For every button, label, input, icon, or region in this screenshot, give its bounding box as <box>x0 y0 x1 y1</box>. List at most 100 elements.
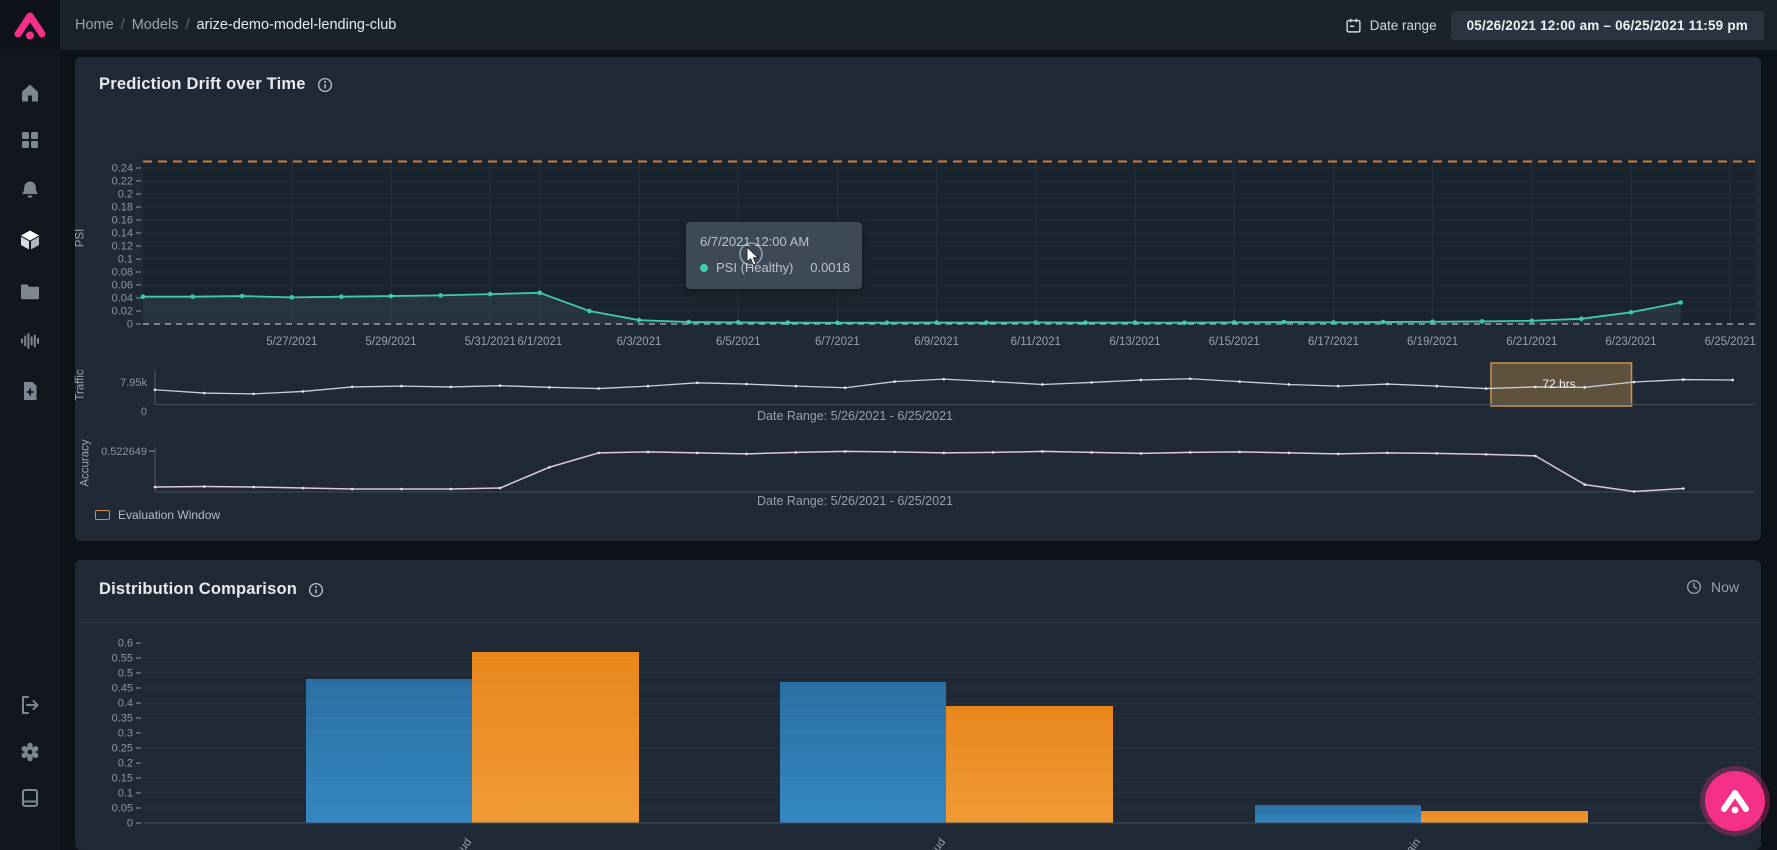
distribution-comparison-card: Distribution Comparison Now 0 0.05 0.1 0.15… <box>75 560 1761 850</box>
tooltip-value: 0.0018 <box>810 260 850 275</box>
breadcrumb-separator: / <box>185 17 190 33</box>
svg-text:0.02: 0.02 <box>112 306 133 318</box>
breadcrumb-models[interactable]: Models <box>132 17 179 33</box>
sidebar-item-new-report[interactable] <box>18 379 42 403</box>
top-bar: Home / Models / arize-demo-model-lending… <box>60 0 1777 50</box>
svg-text:0.3: 0.3 <box>118 728 133 740</box>
svg-text:0.4: 0.4 <box>118 698 133 710</box>
evaluation-window-legend: Evaluation Window <box>95 508 220 522</box>
distribution-card-title: Distribution Comparison <box>99 580 325 599</box>
bar-orange-fraud <box>946 706 1113 823</box>
svg-text:0.45: 0.45 <box>112 683 133 695</box>
svg-text:6/25/2021: 6/25/2021 <box>1705 336 1756 348</box>
drift-card-title: Prediction Drift over Time <box>99 75 334 94</box>
file-plus-icon <box>24 382 37 400</box>
svg-text:0.6: 0.6 <box>118 638 133 650</box>
svg-text:6/19/2021: 6/19/2021 <box>1407 336 1458 348</box>
sidebar-item-home[interactable] <box>18 81 42 105</box>
evaluation-window-swatch <box>95 510 110 520</box>
svg-text:0.16: 0.16 <box>112 215 133 227</box>
sidebar-item-monitors[interactable] <box>18 329 42 353</box>
svg-text:fraud: fraud <box>449 836 475 850</box>
chart-tooltip: 6/7/2021 12:00 AM PSI (Healthy) 0.0018 <box>686 222 862 289</box>
date-range-label: Date range <box>1345 17 1437 34</box>
clock-icon <box>1686 579 1702 595</box>
folder-icon <box>21 284 39 300</box>
breadcrumb-separator: / <box>120 17 125 33</box>
svg-text:0.25: 0.25 <box>112 743 133 755</box>
svg-text:7.95k: 7.95k <box>120 377 147 389</box>
svg-text:0.2: 0.2 <box>118 758 133 770</box>
svg-text:0.04: 0.04 <box>112 293 133 305</box>
info-icon[interactable] <box>316 76 334 94</box>
bar-orange-uncertain <box>1421 811 1588 823</box>
svg-text:6/17/2021: 6/17/2021 <box>1308 336 1359 348</box>
sidebar-item-alerts[interactable] <box>18 178 42 202</box>
sidebar-item-docs[interactable] <box>18 786 42 810</box>
info-icon[interactable] <box>307 581 325 599</box>
svg-text:6/11/2021: 6/11/2021 <box>1011 336 1061 348</box>
svg-text:0.14: 0.14 <box>112 228 133 240</box>
svg-text:0.06: 0.06 <box>112 280 133 292</box>
svg-text:6/7/2021: 6/7/2021 <box>815 336 860 348</box>
tooltip-series-dot <box>700 263 708 272</box>
svg-text:0.1: 0.1 <box>118 788 133 800</box>
arize-logo-icon <box>14 12 46 40</box>
psi-drift-chart[interactable]: 00.020.040.060.080.10.120.140.160.180.20… <box>75 135 1761 349</box>
arize-assistant-fab[interactable] <box>1705 771 1765 831</box>
evaluation-window-duration: 72 hrs <box>1542 377 1576 391</box>
svg-text:0.2: 0.2 <box>118 189 133 201</box>
svg-text:6/15/2021: 6/15/2021 <box>1209 336 1260 348</box>
now-label: Now <box>1710 579 1739 595</box>
card-divider <box>75 622 1761 623</box>
svg-text:0.18: 0.18 <box>112 202 133 214</box>
svg-text:0: 0 <box>127 319 133 331</box>
svg-text:6/21/2021: 6/21/2021 <box>1506 336 1557 348</box>
svg-text:6/9/2021: 6/9/2021 <box>914 336 959 348</box>
svg-text:0.5: 0.5 <box>118 668 133 680</box>
arize-logo[interactable] <box>0 0 60 50</box>
svg-text:6/1/2021: 6/1/2021 <box>517 336 562 348</box>
sidebar-item-models[interactable] <box>18 228 42 252</box>
svg-text:0.35: 0.35 <box>112 713 133 725</box>
cube-icon <box>21 230 39 250</box>
arize-logo-icon <box>1721 790 1749 814</box>
svg-text:0.12: 0.12 <box>112 241 133 253</box>
sidebar-item-settings[interactable] <box>18 740 42 764</box>
accuracy-date-range-caption: Date Range: 5/26/2021 - 6/25/2021 <box>757 494 953 508</box>
svg-text:0.1: 0.1 <box>118 254 133 266</box>
traffic-date-range-caption: Date Range: 5/26/2021 - 6/25/2021 <box>757 409 953 423</box>
svg-text:0.55: 0.55 <box>112 653 133 665</box>
evaluation-window-legend-label: Evaluation Window <box>118 508 221 522</box>
logout-icon <box>22 696 39 714</box>
sidebar-item-projects[interactable] <box>18 279 42 303</box>
svg-text:0.24: 0.24 <box>112 163 133 175</box>
prediction-drift-card: Prediction Drift over Time PSI 0 0.02 0.04… <box>74 57 1761 541</box>
svg-text:0.22: 0.22 <box>112 176 133 188</box>
bar-blue-fraud <box>306 679 472 823</box>
breadcrumb-home[interactable]: Home <box>75 17 114 33</box>
svg-text:6/13/2021: 6/13/2021 <box>1109 336 1160 348</box>
calendar-icon <box>1346 18 1361 33</box>
gear-icon <box>21 742 39 762</box>
distribution-bar-chart[interactable]: 0 0.05 0.1 0.15 0.2 0.25 0.3 0.35 0.4 0.45 0.5 0.55… <box>75 630 1761 850</box>
bar-orange-fraud <box>472 652 639 823</box>
svg-text:0: 0 <box>127 818 133 830</box>
sidebar-item-dashboards[interactable] <box>18 128 42 152</box>
svg-text:6/23/2021: 6/23/2021 <box>1605 336 1656 348</box>
sidebar-item-logout[interactable] <box>18 693 42 717</box>
mouse-cursor <box>739 242 763 266</box>
home-icon <box>22 84 38 102</box>
svg-text:uncertain: uncertain <box>1385 836 1424 850</box>
grid-icon <box>22 132 38 148</box>
date-range-picker-button[interactable]: 05/26/2021 12:00 am – 06/25/2021 11:59 p… <box>1450 10 1764 40</box>
breadcrumb-current-model: arize-demo-model-lending-club <box>196 17 397 33</box>
svg-text:0.15: 0.15 <box>112 773 133 785</box>
audio-wave-icon <box>21 333 39 349</box>
sidebar <box>0 0 60 850</box>
bell-icon <box>22 181 38 198</box>
svg-text:0.05: 0.05 <box>112 803 133 815</box>
breadcrumb: Home / Models / arize-demo-model-lending… <box>75 0 396 50</box>
svg-text:0.08: 0.08 <box>112 267 133 279</box>
now-selector[interactable]: Now <box>1685 578 1739 596</box>
